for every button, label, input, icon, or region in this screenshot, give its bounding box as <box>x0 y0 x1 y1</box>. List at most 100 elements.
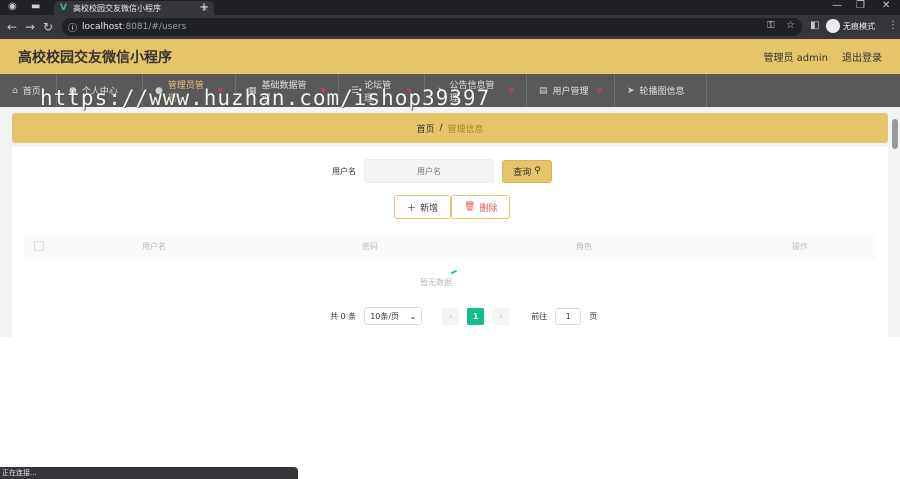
goto-label: 前往 <box>531 311 548 321</box>
column-header-username: 用户名 <box>142 241 166 251</box>
new-tab-icon[interactable]: + <box>199 0 209 14</box>
page-size-value: 10条/页 <box>370 311 400 321</box>
select-all-checkbox[interactable] <box>34 241 44 251</box>
browser-menu-icon[interactable]: ◉ <box>8 1 17 12</box>
user-icon: ● <box>69 85 77 96</box>
prev-page-button[interactable]: ‹ <box>442 307 460 325</box>
restore-icon[interactable]: ❐ <box>856 0 865 11</box>
action-buttons: ＋ 新增 🗑 删除 <box>394 195 511 219</box>
bookmark-star-icon[interactable]: ☆ <box>786 20 795 31</box>
nav-item-label: 管理员管理 <box>167 80 204 104</box>
chevron-down-icon: ▼ <box>596 86 602 95</box>
search-button[interactable]: 查询 ⚲ <box>502 159 552 183</box>
browser-tabstrip: ◉ ▬ V 高校校园交友微信小程序 ✕ + — ❐ ✕ <box>0 0 900 15</box>
breadcrumb-home[interactable]: 首页 <box>416 122 434 135</box>
nav-item-label: 基础数据管理 <box>261 80 307 104</box>
column-header-role: 角色 <box>576 241 592 251</box>
nav-item-label: 用户管理 <box>552 87 589 97</box>
incognito-indicator[interactable]: 无痕模式 <box>826 19 875 33</box>
nav-item-home[interactable]: ⌂ 首页 <box>0 74 57 107</box>
forward-icon[interactable]: → <box>25 20 35 34</box>
page-unit-label: 页 <box>589 311 598 321</box>
nav-item-carousel[interactable]: ➤ 轮播图信息 <box>615 74 707 107</box>
incognito-label: 无痕模式 <box>843 21 875 31</box>
search-form: 用户名 查询 ⚲ <box>332 159 552 183</box>
nav-item-admin[interactable]: ● 管理员管理 ▼ <box>143 74 236 107</box>
user-icon: ● <box>155 85 163 96</box>
delete-button[interactable]: 🗑 删除 <box>451 195 511 219</box>
close-window-icon[interactable]: ✕ <box>882 0 890 11</box>
table-empty-text: 暂无数据 <box>420 278 452 287</box>
search-icon: ⚲ <box>534 166 541 176</box>
chevron-down-icon: ▼ <box>217 86 223 95</box>
search-label: 用户名 <box>332 166 356 176</box>
nav-item-users[interactable]: ▤ 用户管理 ▼ <box>527 74 615 107</box>
nav-item-profile[interactable]: ● 个人中心 <box>57 74 143 107</box>
column-header-actions: 操作 <box>792 241 808 251</box>
breadcrumb: 首页 / 管理信息 <box>12 113 888 143</box>
minimize-icon[interactable]: — <box>832 0 842 11</box>
forum-icon: ☰ <box>351 85 360 96</box>
goto-page-input[interactable] <box>555 307 582 325</box>
next-page-button[interactable]: › <box>492 307 510 325</box>
nav-item-notice[interactable]: ➤ 公告信息管理 ▼ <box>425 74 527 107</box>
send-icon: ➤ <box>627 85 635 96</box>
username-search-input[interactable] <box>364 159 494 183</box>
chevron-down-icon: ▼ <box>406 86 412 95</box>
info-icon[interactable]: ⓘ <box>68 21 77 34</box>
nav-item-label: 公告信息管理 <box>449 80 495 104</box>
loading-spinner <box>450 269 458 276</box>
address-bar[interactable]: ⓘ localhost:8081/#/users <box>62 18 802 36</box>
content-card: 用户名 查询 ⚲ ＋ 新增 🗑 删除 用户名 密码 角色 操作 暂无数 <box>12 147 888 337</box>
table-header: 用户名 密码 角色 操作 <box>24 233 876 259</box>
doc-icon: ▤ <box>539 85 548 96</box>
back-icon[interactable]: ← <box>7 20 17 34</box>
logout-link[interactable]: 退出登录 <box>842 49 882 64</box>
page-number-current[interactable]: 1 <box>467 307 485 325</box>
plus-icon: ＋ <box>407 203 417 214</box>
sidepanel-icon[interactable]: ◧ <box>810 20 819 31</box>
pagination: 共 0 条 10条/页 ⌄ ‹ 1 › 前往 页 <box>330 307 597 325</box>
nav-item-label: 首页 <box>22 87 41 97</box>
delete-button-label: 删除 <box>479 203 498 214</box>
trash-icon: 🗑 <box>464 202 476 212</box>
browser-tab[interactable]: V 高校校园交友微信小程序 ✕ <box>54 1 214 15</box>
grid-icon: ▦ <box>248 85 257 96</box>
browser-status-bar: 正在连接... <box>0 467 298 479</box>
app-header: 高校校园交友微信小程序 管理员 admin 退出登录 <box>0 39 900 74</box>
scrollbar-thumb[interactable] <box>892 119 898 149</box>
breadcrumb-current: 管理信息 <box>447 124 484 135</box>
column-header-password: 密码 <box>362 241 378 251</box>
tab-overview-icon[interactable]: ▬ <box>31 1 40 12</box>
tab-title: 高校校园交友微信小程序 <box>72 3 161 13</box>
browser-toolbar: ← → ↻ ⓘ localhost:8081/#/users ⚿ ☆ ◧ 无痕模… <box>0 15 900 39</box>
main-content: 首页 / 管理信息 用户名 查询 ⚲ ＋ 新增 🗑 删除 用户名 <box>0 107 900 337</box>
page-size-select[interactable]: 10条/页 ⌄ <box>364 307 423 325</box>
pagination-total: 共 0 条 <box>330 311 357 321</box>
send-icon: ➤ <box>437 85 445 96</box>
address-host: localhost <box>82 22 123 32</box>
nav-item-label: 论坛管理 <box>364 80 392 104</box>
vue-logo-icon: V <box>60 3 67 13</box>
key-icon[interactable]: ⚿ <box>767 20 775 31</box>
nav-item-label: 轮播图信息 <box>639 87 685 97</box>
incognito-icon <box>826 19 840 33</box>
chevron-down-icon: ▼ <box>320 86 326 95</box>
main-nav: ⌂ 首页 ● 个人中心 ● 管理员管理 ▼ ▦ 基础数据管理 ▼ ☰ 论坛管理 … <box>0 74 900 107</box>
add-button[interactable]: ＋ 新增 <box>394 195 452 219</box>
add-button-label: 新增 <box>420 203 439 214</box>
nav-item-forum[interactable]: ☰ 论坛管理 ▼ <box>339 74 425 107</box>
address-path: :8081/#/users <box>122 22 187 32</box>
chevron-right-icon: › <box>499 311 503 321</box>
status-text: 正在连接... <box>2 469 37 477</box>
search-button-label: 查询 <box>513 167 532 178</box>
chevron-down-icon: ▼ <box>508 86 514 95</box>
admin-user-label: 管理员 admin <box>763 53 828 64</box>
app-title: 高校校园交友微信小程序 <box>18 49 172 66</box>
chevron-left-icon: ‹ <box>449 311 453 321</box>
nav-item-basic-data[interactable]: ▦ 基础数据管理 ▼ <box>236 74 339 107</box>
breadcrumb-separator: / <box>439 123 443 133</box>
nav-item-label: 个人中心 <box>81 87 118 97</box>
reload-icon[interactable]: ↻ <box>43 20 53 34</box>
more-menu-icon[interactable]: ⋮ <box>888 20 898 31</box>
